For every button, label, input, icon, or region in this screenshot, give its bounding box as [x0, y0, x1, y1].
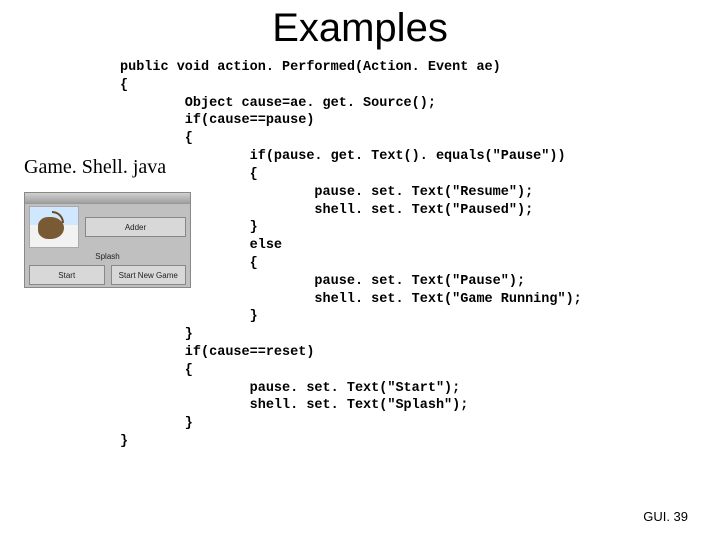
- splash-label: Splash: [95, 252, 119, 261]
- code-block: public void action. Performed(Action. Ev…: [120, 59, 720, 451]
- mock-app-window: Adder Splash Start Start New Game: [24, 192, 191, 288]
- start-new-game-button-label: Start New Game: [119, 271, 178, 280]
- start-new-game-button[interactable]: Start New Game: [111, 265, 187, 285]
- start-button[interactable]: Start: [29, 265, 105, 285]
- mock-titlebar: [25, 193, 190, 204]
- slide-footer: GUI. 39: [643, 509, 688, 524]
- filename-label: Game. Shell. java: [24, 156, 166, 179]
- splash-image: [29, 206, 79, 248]
- adder-button-label: Adder: [125, 223, 146, 232]
- start-button-label: Start: [58, 271, 75, 280]
- slide-title: Examples: [0, 6, 720, 51]
- adder-button[interactable]: Adder: [85, 217, 186, 237]
